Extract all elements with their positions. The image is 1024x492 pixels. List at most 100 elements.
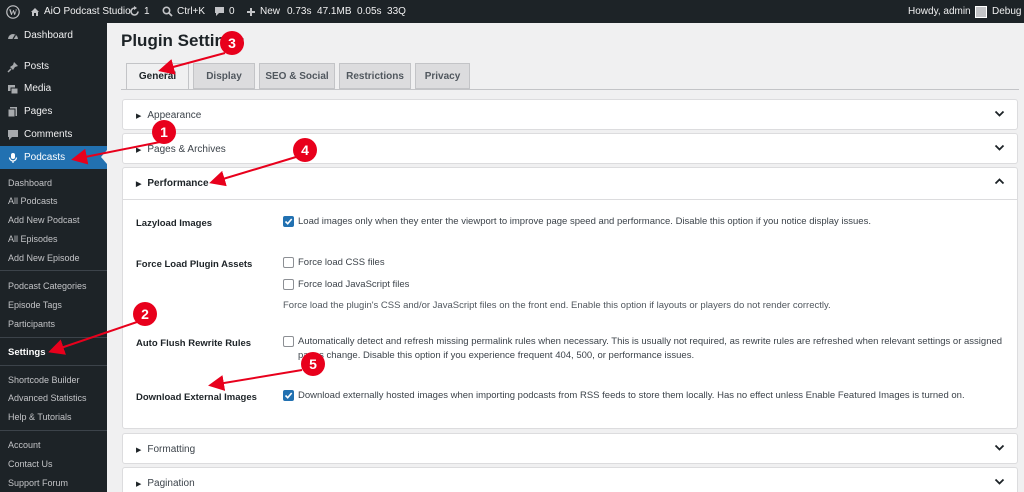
svg-text:W: W <box>9 7 18 17</box>
submenu-support-forum[interactable]: Support Forum <box>8 478 107 488</box>
submenu-account[interactable]: Account <box>8 440 107 450</box>
submenu-add-new-podcast[interactable]: Add New Podcast <box>8 215 107 225</box>
query-monitor-stats[interactable]: 0.73s 47.1MB 0.05s 33Q <box>287 0 406 23</box>
submenu-podcast-categories[interactable]: Podcast Categories <box>8 281 107 291</box>
submenu-participants[interactable]: Participants <box>8 319 107 329</box>
submenu-help-tutorials[interactable]: Help & Tutorials <box>8 412 107 422</box>
media-icon <box>8 84 19 94</box>
lazyload-label: Lazyload Images <box>136 218 213 229</box>
sidebar-item-pages[interactable]: Pages <box>0 100 107 123</box>
force-css-text: Force load CSS files <box>298 257 385 268</box>
triangle-right-icon: ▶ <box>136 112 142 120</box>
section-title: Pages & Archives <box>147 144 226 155</box>
section-pagination: ▶ Pagination <box>122 467 1018 492</box>
new-content-link[interactable]: New <box>246 0 280 23</box>
tab-privacy[interactable]: Privacy <box>415 63 470 89</box>
submenu-episode-tags[interactable]: Episode Tags <box>8 300 107 310</box>
submenu-divider <box>0 270 107 271</box>
new-label: New <box>260 6 281 17</box>
triangle-right-icon: ▶ <box>136 146 142 154</box>
sidebar-item-label: Podcasts <box>24 152 66 163</box>
microphone-icon <box>8 152 18 163</box>
site-name: AiO Podcast Studio <box>44 6 131 17</box>
command-search-link[interactable]: Ctrl+K <box>162 0 205 23</box>
section-pages-archives: ▶ Pages & Archives <box>122 133 1018 164</box>
force-load-label: Force Load Plugin Assets <box>136 259 253 270</box>
debug-link[interactable]: Debug <box>992 0 1021 23</box>
refresh-icon <box>130 6 139 16</box>
comment-icon <box>8 129 18 140</box>
submenu-divider <box>0 430 107 431</box>
submenu-dashboard[interactable]: Dashboard <box>8 178 107 188</box>
sidebar-item-label: Media <box>24 83 52 94</box>
force-js-option[interactable]: Force load JavaScript files <box>283 278 409 292</box>
sidebar-item-label: Comments <box>24 129 73 140</box>
sidebar-item-comments[interactable]: Comments <box>0 123 107 146</box>
chevron-down-icon <box>994 444 1005 451</box>
section-title: Pagination <box>147 478 195 489</box>
section-header-pages-archives[interactable]: ▶ Pages & Archives <box>123 134 1017 165</box>
pin-icon <box>7 61 18 73</box>
sidebar-item-media[interactable]: Media <box>0 77 107 100</box>
submenu-divider <box>0 365 107 366</box>
admin-bar: W AiO Podcast Studio 1 Ctrl+K 0 New 0.73… <box>0 0 1024 23</box>
triangle-right-icon: ▶ <box>136 446 142 454</box>
lazyload-checkbox[interactable] <box>283 216 294 227</box>
triangle-right-icon: ▶ <box>136 180 142 188</box>
submenu-shortcode-builder[interactable]: Shortcode Builder <box>8 375 107 385</box>
submenu-settings[interactable]: Settings <box>8 347 107 358</box>
section-header-formatting[interactable]: ▶ Formatting <box>123 434 1017 465</box>
force-css-option[interactable]: Force load CSS files <box>283 256 385 270</box>
triangle-right-icon: ▶ <box>136 480 142 488</box>
debug-label: Debug <box>992 6 1022 17</box>
sidebar-item-label: Dashboard <box>24 30 73 41</box>
comments-link[interactable]: 0 <box>214 0 235 23</box>
submenu-add-new-episode[interactable]: Add New Episode <box>8 253 107 263</box>
submenu-advanced-statistics[interactable]: Advanced Statistics <box>8 393 107 403</box>
updates-count: 1 <box>144 6 150 17</box>
checkmark-icon <box>284 392 293 399</box>
submenu-all-podcasts[interactable]: All Podcasts <box>8 196 107 206</box>
sidebar-item-podcasts[interactable]: Podcasts <box>0 146 107 169</box>
chevron-down-icon <box>994 144 1005 151</box>
chevron-down-icon <box>994 478 1005 485</box>
checkmark-icon <box>284 218 293 225</box>
perf-stats: 0.73s 47.1MB 0.05s 33Q <box>287 6 406 17</box>
submenu-divider <box>0 337 107 338</box>
annotation-marker-5: 5 <box>301 352 325 376</box>
submenu-all-episodes[interactable]: All Episodes <box>8 234 107 244</box>
auto-flush-checkbox[interactable] <box>283 336 294 347</box>
comment-icon <box>215 7 224 16</box>
auto-flush-text: Automatically detect and refresh missing… <box>298 336 1003 361</box>
section-title: Appearance <box>147 110 202 121</box>
tab-display[interactable]: Display <box>193 63 255 89</box>
force-css-checkbox[interactable] <box>283 257 294 268</box>
home-icon <box>31 7 39 16</box>
my-account-link[interactable]: Howdy, admin <box>908 0 987 23</box>
download-images-checkbox[interactable] <box>283 390 294 401</box>
force-js-text: Force load JavaScript files <box>298 279 410 290</box>
howdy-text: Howdy, admin <box>908 6 971 17</box>
main-content: Plugin Settings General Display SEO & So… <box>107 23 1024 492</box>
tab-restrictions[interactable]: Restrictions <box>339 63 411 89</box>
submenu-contact-us[interactable]: Contact Us <box>8 459 107 469</box>
sidebar-item-dashboard[interactable]: Dashboard <box>0 24 107 47</box>
lazyload-option[interactable]: Load images only when they enter the vie… <box>283 215 1003 229</box>
force-js-checkbox[interactable] <box>283 279 294 290</box>
section-performance: ▶ Performance Lazyload Images Load image… <box>122 167 1018 429</box>
tab-seo-social[interactable]: SEO & Social <box>259 63 335 89</box>
sidebar-item-posts[interactable]: Posts <box>0 55 107 78</box>
wordpress-logo-icon[interactable]: W <box>6 0 20 23</box>
section-header-appearance[interactable]: ▶ Appearance <box>123 100 1017 131</box>
download-images-option[interactable]: Download externally hosted images when i… <box>283 389 1003 403</box>
site-name-link[interactable]: AiO Podcast Studio <box>30 0 131 23</box>
avatar <box>974 5 987 18</box>
pages-icon <box>7 106 17 117</box>
download-images-label: Download External Images <box>136 392 257 403</box>
section-header-pagination[interactable]: ▶ Pagination <box>123 468 1017 492</box>
auto-flush-option[interactable]: Automatically detect and refresh missing… <box>283 335 1003 363</box>
tab-general[interactable]: General <box>126 63 189 90</box>
updates-link[interactable]: 1 <box>129 0 150 23</box>
section-header-performance[interactable]: ▶ Performance <box>123 168 1017 199</box>
section-title: Formatting <box>147 444 196 455</box>
